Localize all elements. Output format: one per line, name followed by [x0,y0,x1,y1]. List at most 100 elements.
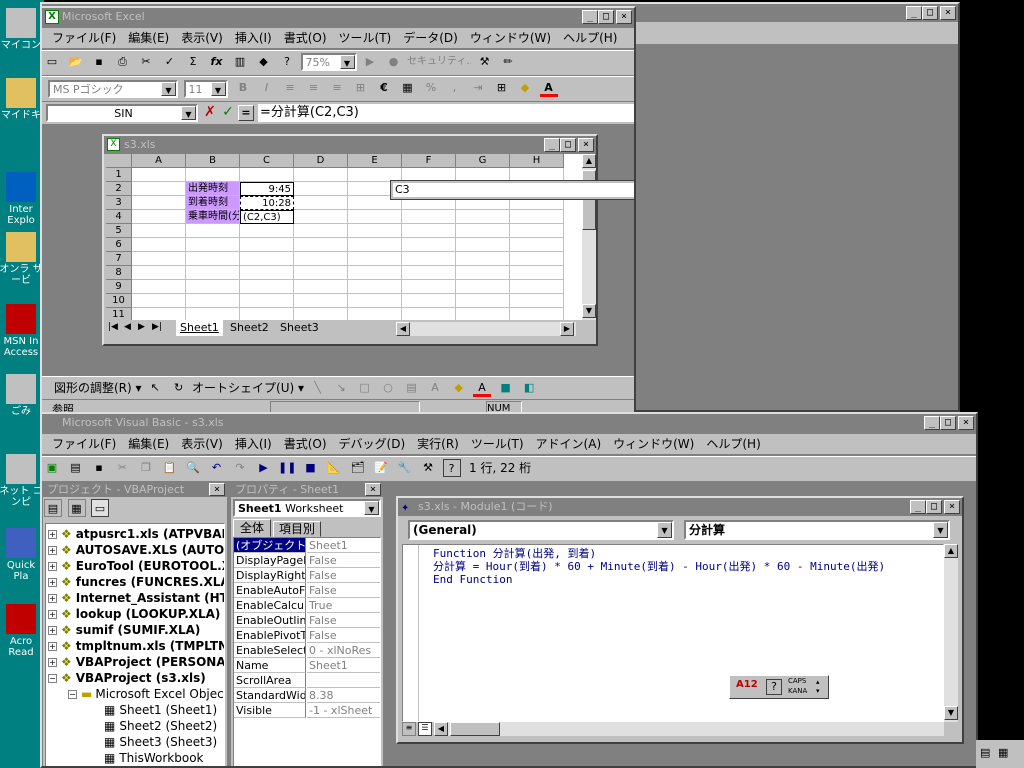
font-color-draw-icon[interactable]: A [473,379,492,397]
cell-g7[interactable] [456,252,510,266]
cell-b11[interactable] [186,308,240,320]
properties-tab-category[interactable]: 項目別 [273,521,321,537]
properties-titlebar[interactable]: プロパティ - Sheet1 [231,483,383,497]
cancel-formula-icon[interactable]: ✗ [202,104,218,122]
3d-icon[interactable]: ◧ [520,379,538,397]
cell-d11[interactable] [294,308,348,320]
vbe-cut-icon[interactable]: ✂ [114,459,132,477]
property-value[interactable]: False [307,583,380,598]
property-row[interactable]: DisplayPageBrFalse [234,553,380,568]
select-all-corner[interactable] [106,154,132,168]
row-header[interactable]: 5 [106,224,132,238]
property-row[interactable]: ScrollArea [234,673,380,688]
cell-a6[interactable] [132,238,186,252]
vbe-find-icon[interactable]: 🔍 [184,459,202,477]
project-explorer-titlebar[interactable]: プロジェクト - VBAProject [43,483,227,497]
properties-window-icon[interactable]: 📝 [372,459,390,477]
property-value[interactable]: True [307,598,380,613]
excel-minimize-button[interactable]: _ [582,10,598,24]
code-line[interactable]: Function 分計算(出発, 到着) [433,547,939,560]
property-row[interactable]: StandardWidth8.38 [234,688,380,703]
select-objects-icon[interactable]: ↖ [146,379,164,397]
cell-g8[interactable] [456,266,510,280]
project-explorer-icon[interactable]: 🗂 [349,459,367,477]
desktop-icon[interactable]: Quick Pla [0,528,44,582]
bg-close-button[interactable]: × [940,6,956,20]
project-tree-folder[interactable]: − ▬ Microsoft Excel Objects [68,686,224,702]
autosum-icon[interactable]: Σ [184,53,202,71]
borders-icon[interactable]: ⊞ [493,79,511,97]
project-tree-item[interactable]: + ❖ EuroTool (EUROTOOL.X [48,558,224,574]
column-header[interactable]: E [348,154,402,168]
vbe-menu-item[interactable]: 編集(E) [122,437,175,451]
excel-close-button[interactable]: × [616,10,632,24]
break-icon[interactable]: ❚❚ [278,459,296,477]
drawing-icon[interactable]: ◆ [255,53,273,71]
help-icon[interactable]: ? [278,53,296,71]
currency-icon[interactable]: € [375,79,393,97]
vscroll-up-button[interactable]: ▲ [582,154,596,168]
design-mode-vbe-icon[interactable]: 📐 [325,459,343,477]
indent-icon[interactable]: ⇥ [469,79,487,97]
toolbox-icon[interactable]: ⚒ [476,53,494,71]
rectangle-icon[interactable]: □ [356,379,374,397]
cell-h5[interactable] [510,224,564,238]
enter-formula-icon[interactable]: ✓ [220,104,236,122]
cell-e11[interactable] [348,308,402,320]
excel-menu-item[interactable]: ファイル(F) [46,31,122,45]
worksheet-grid[interactable]: ABCDEFGH 12 出発時刻9:45 3 到着時刻10:28 4 乗車時間(分)(C2,… [106,154,582,320]
vbe-help-icon[interactable]: ? [442,459,461,477]
property-row[interactable]: EnableCalcula True [234,598,380,613]
cell-g10[interactable] [456,294,510,308]
sheet-tab-2[interactable]: Sheet2 [226,320,273,336]
vbe-titlebar[interactable]: Microsoft Visual Basic - s3.xls [42,414,976,432]
design-mode-icon[interactable]: ✏ [499,53,517,71]
toggle-folders-icon[interactable]: ▭ [91,499,109,517]
cell-d6[interactable] [294,238,348,252]
tab-last-icon[interactable]: ▶| [152,322,162,332]
procedure-view-icon[interactable]: ≡ [402,722,416,736]
project-tree-item[interactable]: + ❖ funcres (FUNCRES.XLA [48,574,224,590]
wordart-icon[interactable]: A [426,379,444,397]
cell-e10[interactable] [348,294,402,308]
column-header[interactable]: G [456,154,510,168]
number-format-icon[interactable]: ▦ [399,79,417,97]
row-header[interactable]: 8 [106,266,132,280]
cell-e7[interactable] [348,252,402,266]
tray-icon-2[interactable]: ▦ [998,746,1008,759]
desktop-icon[interactable]: MSN In Access [0,304,44,358]
code-hscroll-thumb[interactable] [450,722,500,736]
cell-g11[interactable] [456,308,510,320]
vbe-menu-item[interactable]: 挿入(I) [229,437,278,451]
italic-icon[interactable]: I [258,79,276,97]
formula-input[interactable]: =分計算(C2,C3) [258,104,634,122]
cell-d1[interactable] [294,168,348,182]
new-icon[interactable]: ▭ [43,53,61,71]
cell-e5[interactable] [348,224,402,238]
expand-toggle-icon[interactable]: + [48,658,57,667]
project-explorer-close-button[interactable]: × [209,483,225,496]
cell-f4[interactable] [402,210,456,224]
font-size-combo[interactable]: 11 ▼ [183,80,228,98]
tray-icon[interactable]: ▤ [980,746,990,759]
code-line[interactable]: 分計算 = Hour(到着) * 60 + Minute(到着) - Hour(… [433,560,939,573]
align-center-icon[interactable]: ≡ [305,79,323,97]
function-icon[interactable]: fx [208,53,226,71]
cell-f5[interactable] [402,224,456,238]
project-tree-item[interactable]: + ❖ tmpltnum.xls (TMPLTNU [48,638,224,654]
excel-menu-item[interactable]: 編集(E) [122,31,175,45]
cell-c2[interactable]: 9:45 [240,182,294,196]
expand-toggle-icon[interactable]: + [48,578,57,587]
excel-titlebar[interactable]: X Microsoft Excel [42,8,634,26]
property-value[interactable]: False [307,568,380,583]
adjust-menu[interactable]: 図形の調整(R) ▾ [54,377,142,399]
code-window-titlebar[interactable]: ✦ s3.xls - Module1 (コード) [398,498,962,516]
rotate-icon[interactable]: ↻ [170,379,188,397]
project-tree-item[interactable]: + ❖ sumif (SUMIF.XLA) [48,622,200,638]
excel-menu-item[interactable]: 挿入(I) [229,31,278,45]
cut-icon[interactable]: ✂ [137,53,155,71]
cell-b9[interactable] [186,280,240,294]
code-text[interactable]: Function 分計算(出発, 到着) 分計算 = Hour(到着) * 60 … [433,547,939,586]
bold-icon[interactable]: B [234,79,252,97]
code-vscroll-down[interactable]: ▼ [944,706,958,720]
